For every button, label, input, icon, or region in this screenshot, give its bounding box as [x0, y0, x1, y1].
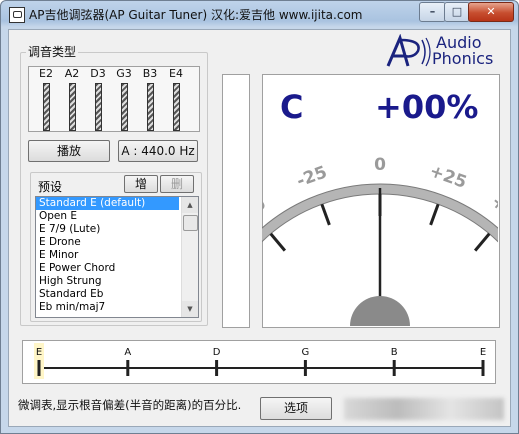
scroll-thumb[interactable]	[183, 215, 198, 231]
close-icon: ✕	[486, 5, 496, 18]
dial-label: 0	[374, 155, 386, 175]
strip-marker	[215, 360, 219, 376]
scroll-up-icon[interactable]: ▲	[182, 197, 198, 213]
status-text: 微调表,显示根音偏差(半音的距离)的百分比.	[18, 398, 242, 412]
maximize-button[interactable]: □	[444, 2, 470, 22]
strip-note-label: A	[124, 347, 131, 358]
string-g3[interactable]	[121, 83, 128, 131]
dial-tick	[473, 232, 491, 252]
dial-label: -25	[294, 162, 330, 191]
detected-note: C	[280, 88, 304, 126]
dial-tick	[320, 203, 331, 226]
watermark-blur	[344, 398, 504, 420]
preset-item[interactable]: Standard Eb	[36, 288, 179, 301]
dial-tick	[269, 232, 287, 252]
string-name[interactable]: E4	[166, 67, 186, 80]
preset-item[interactable]: E Power Chord	[36, 262, 179, 275]
string-e2[interactable]	[43, 83, 50, 131]
add-preset-button[interactable]: 增	[124, 175, 158, 193]
options-button[interactable]: 选项	[260, 397, 332, 420]
dial-scale: -50-25 0 +25+50	[262, 155, 498, 326]
maximize-icon: □	[451, 5, 463, 18]
logo-text: Audio Phonics	[432, 35, 493, 67]
play-button[interactable]: 播放	[28, 140, 110, 162]
close-button[interactable]: ✕	[468, 2, 514, 22]
string-e4[interactable]	[173, 83, 180, 131]
preset-item[interactable]: Open E	[36, 210, 179, 223]
strip-marker	[126, 360, 130, 376]
level-meter	[222, 74, 250, 328]
string-position-strip: EADGBE	[22, 340, 496, 384]
preset-items: Standard E (default) Open EE 7/9 (Lute) E …	[36, 197, 198, 314]
scroll-down-icon[interactable]: ▼	[182, 301, 198, 317]
strip-marker	[481, 360, 485, 376]
preset-item[interactable]: Eb min/maj7	[36, 301, 179, 314]
strip-note-label: E	[480, 347, 486, 358]
minimize-button[interactable]: –	[419, 2, 446, 22]
preset-item[interactable]: High Strung	[36, 275, 179, 288]
delete-preset-button[interactable]: 删	[160, 175, 194, 193]
strip-note-label: G	[302, 347, 310, 358]
title-bar[interactable]: AP吉他调弦器(AP Guitar Tuner) 汉化:爱吉他 www.ijit…	[1, 1, 518, 27]
string-name[interactable]: A2	[62, 67, 82, 80]
strip-note-label: D	[213, 347, 221, 358]
dial-label: +25	[427, 161, 469, 193]
strip-note-label: B	[391, 347, 398, 358]
window-title: AP吉他调弦器(AP Guitar Tuner) 汉化:爱吉他 www.ijit…	[29, 8, 363, 22]
string-a2[interactable]	[69, 83, 76, 131]
preset-item[interactable]: E Drone	[36, 236, 179, 249]
logo-line-2: Phonics	[432, 49, 494, 68]
strip-marker	[303, 360, 307, 376]
cents-deviation: +00%	[375, 88, 479, 126]
string-name[interactable]: B3	[140, 67, 160, 80]
string-b3[interactable]	[147, 83, 154, 131]
dial-tick	[429, 203, 440, 226]
tuning-group-label: 调音类型	[26, 43, 79, 60]
app-icon[interactable]	[9, 7, 25, 23]
pitch-reference-button[interactable]: A : 440.0 Hz	[118, 140, 198, 162]
preset-item[interactable]: E 7/9 (Lute)	[36, 223, 179, 236]
strip-marker	[37, 360, 41, 376]
preset-scrollbar[interactable]: ▲ ▼	[181, 197, 198, 317]
string-name[interactable]: G3	[114, 67, 134, 80]
strip-scale: EADGBE	[34, 343, 486, 379]
minimize-icon: –	[429, 5, 436, 18]
strip-marker	[392, 360, 396, 376]
preset-item[interactable]: Standard E (default)	[36, 197, 179, 210]
string-name[interactable]: E2	[36, 67, 56, 80]
preset-list[interactable]: Standard E (default) Open EE 7/9 (Lute) E …	[35, 196, 199, 318]
preset-label: 预设	[38, 180, 63, 194]
preset-item[interactable]: E Minor	[36, 249, 179, 262]
string-name[interactable]: D3	[88, 67, 108, 80]
needle-pivot	[350, 296, 410, 326]
strip-note-label: E	[36, 347, 42, 358]
string-d3[interactable]	[95, 83, 102, 131]
